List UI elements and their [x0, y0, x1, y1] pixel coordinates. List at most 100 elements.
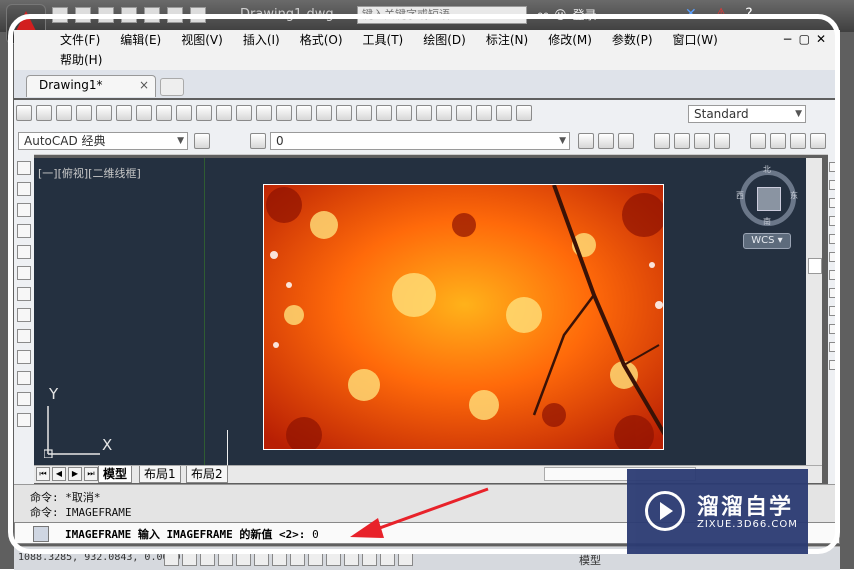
- user-icon[interactable]: ☺: [554, 8, 567, 22]
- tab-layout2[interactable]: 布局2: [186, 466, 228, 483]
- first-layout-icon[interactable]: ⏮: [36, 467, 50, 481]
- undo-icon[interactable]: [167, 7, 183, 23]
- polygon-icon[interactable]: [17, 224, 31, 238]
- compass-north[interactable]: 北: [763, 164, 771, 175]
- menu-format[interactable]: 格式(O): [300, 32, 343, 49]
- text-style-icon[interactable]: [516, 105, 532, 121]
- polyline-icon[interactable]: [17, 203, 31, 217]
- make-block-icon[interactable]: [17, 413, 31, 427]
- circle-icon[interactable]: [17, 287, 31, 301]
- 3d-object-snap-icon[interactable]: [272, 551, 287, 566]
- undo-arrow-icon[interactable]: [256, 105, 272, 121]
- ortho-mode-icon[interactable]: [218, 551, 233, 566]
- rectangle-icon[interactable]: [17, 245, 31, 259]
- object-snap-icon[interactable]: [254, 551, 269, 566]
- compass-south[interactable]: 南: [763, 216, 771, 227]
- menu-file[interactable]: 文件(F): [60, 32, 100, 49]
- arc-icon[interactable]: [17, 266, 31, 280]
- print-icon[interactable]: [76, 105, 92, 121]
- cursor-coordinates[interactable]: 1088.3285, 932.0843, 0.0000: [18, 552, 181, 563]
- copy-icon[interactable]: [176, 105, 192, 121]
- preview-icon[interactable]: [96, 105, 112, 121]
- diameter-dim-icon[interactable]: [790, 133, 806, 149]
- 3d-dwf-icon[interactable]: [136, 105, 152, 121]
- new-icon[interactable]: [52, 7, 68, 23]
- save-as-icon[interactable]: [121, 7, 137, 23]
- infer-constraints-icon[interactable]: [164, 551, 179, 566]
- scale-icon[interactable]: [829, 288, 839, 298]
- text-style-select[interactable]: Standard ▼: [688, 105, 806, 123]
- connect-icon[interactable]: ⚠: [715, 6, 728, 22]
- next-layout-icon[interactable]: ▶: [68, 467, 82, 481]
- cut-icon[interactable]: [156, 105, 172, 121]
- block-editor-icon[interactable]: [236, 105, 252, 121]
- mdi-controls[interactable]: −▢✕: [783, 32, 832, 46]
- dynamic-ucs-icon[interactable]: [308, 551, 323, 566]
- tool-palettes-icon[interactable]: [416, 105, 432, 121]
- close-tab-icon[interactable]: ×: [139, 78, 149, 92]
- publish-icon[interactable]: [116, 105, 132, 121]
- menu-edit[interactable]: 编辑(E): [120, 32, 161, 49]
- exchange-icon[interactable]: ✕: [685, 6, 697, 22]
- construction-line-icon[interactable]: [17, 182, 31, 196]
- zoom-previous-icon[interactable]: [356, 105, 372, 121]
- object-snap-tracking-icon[interactable]: [290, 551, 305, 566]
- prev-layout-icon[interactable]: ◀: [52, 467, 66, 481]
- mirror-icon[interactable]: [829, 198, 839, 208]
- menu-help[interactable]: 帮助(H): [60, 51, 102, 68]
- lineweight-icon[interactable]: [344, 551, 359, 566]
- command-input-value[interactable]: 0: [312, 528, 319, 541]
- open-file-icon[interactable]: [36, 105, 52, 121]
- line-icon[interactable]: [17, 161, 31, 175]
- design-center-icon[interactable]: [396, 105, 412, 121]
- plot-icon[interactable]: [144, 7, 160, 23]
- rotate-icon[interactable]: [829, 270, 839, 280]
- offset-icon[interactable]: [829, 216, 839, 226]
- pan-icon[interactable]: [296, 105, 312, 121]
- tab-layout1[interactable]: 布局1: [139, 466, 181, 483]
- binoculars-icon[interactable]: ⚯: [538, 8, 548, 22]
- search-input[interactable]: [357, 6, 527, 24]
- new-tab-button[interactable]: [160, 78, 184, 96]
- open-icon[interactable]: [75, 7, 91, 23]
- arc-length-icon[interactable]: [694, 133, 710, 149]
- tab-model[interactable]: 模型: [98, 466, 133, 483]
- copy-object-icon[interactable]: [829, 180, 839, 190]
- menu-dimension[interactable]: 标注(N): [486, 32, 528, 49]
- help-icon[interactable]: ?: [745, 6, 752, 22]
- menu-tools[interactable]: 工具(T): [363, 32, 404, 49]
- last-layout-icon[interactable]: ⏭: [84, 467, 98, 481]
- layer-properties-icon[interactable]: [250, 133, 266, 149]
- radius-dim-icon[interactable]: [750, 133, 766, 149]
- command-customize-icon[interactable]: [33, 526, 49, 542]
- save-icon[interactable]: [98, 7, 114, 23]
- aligned-dim-icon[interactable]: [674, 133, 690, 149]
- move-icon[interactable]: [829, 252, 839, 262]
- menu-insert[interactable]: 插入(I): [243, 32, 280, 49]
- zoom-realtime-icon[interactable]: [316, 105, 332, 121]
- vertical-scrollbar[interactable]: [806, 158, 822, 465]
- linear-dim-icon[interactable]: [654, 133, 670, 149]
- drawing-canvas[interactable]: [一][俯视][二维线框] Y X 北 南 东 西 WCS ▾: [34, 158, 806, 465]
- polar-tracking-icon[interactable]: [236, 551, 251, 566]
- markup-icon[interactable]: [456, 105, 472, 121]
- grid-display-icon[interactable]: [200, 551, 215, 566]
- extend-icon[interactable]: [829, 342, 839, 352]
- workspace-settings-icon[interactable]: [194, 133, 210, 149]
- snap-mode-icon[interactable]: [182, 551, 197, 566]
- dynamic-input-icon[interactable]: [326, 551, 341, 566]
- match-properties-icon[interactable]: [216, 105, 232, 121]
- spline-icon[interactable]: [17, 329, 31, 343]
- vertical-scroll-thumb[interactable]: [808, 258, 822, 274]
- revcloud-icon[interactable]: [17, 308, 31, 322]
- ordinate-dim-icon[interactable]: [714, 133, 730, 149]
- calculator-icon[interactable]: [476, 105, 492, 121]
- menu-modify[interactable]: 修改(M): [548, 32, 592, 49]
- paste-icon[interactable]: [196, 105, 212, 121]
- viewport-controls-label[interactable]: [一][俯视][二维线框]: [38, 165, 141, 181]
- jogged-dim-icon[interactable]: [770, 133, 786, 149]
- layer-states-icon[interactable]: [618, 133, 634, 149]
- insert-block-icon[interactable]: [17, 392, 31, 406]
- transparency-icon[interactable]: [362, 551, 377, 566]
- menu-parametric[interactable]: 参数(P): [612, 32, 653, 49]
